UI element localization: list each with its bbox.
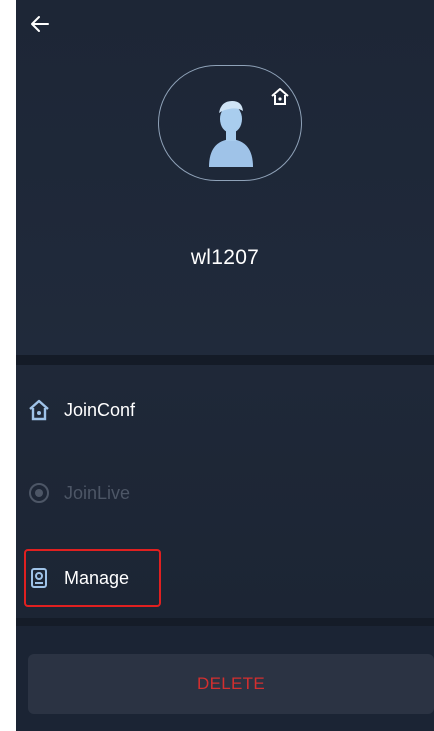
menu-item-label: Manage: [64, 567, 130, 588]
menu-item-joinconf[interactable]: JoinConf: [16, 380, 434, 440]
home-icon: [271, 88, 289, 105]
device-detail-screen: wl1207 JoinConf JoinLive Manage DELETE: [16, 0, 434, 731]
section-divider: [16, 355, 434, 365]
menu-item-label: JoinConf: [64, 399, 136, 420]
menu-item-manage[interactable]: Manage: [16, 548, 434, 608]
user-name: wl1207: [190, 246, 260, 269]
home-icon: [28, 399, 50, 421]
menu-item-joinlive[interactable]: JoinLive: [16, 463, 434, 523]
arrow-left-icon: [31, 16, 49, 32]
menu-item-label: JoinLive: [64, 482, 131, 503]
avatar: [209, 88, 289, 167]
back-button[interactable]: [24, 8, 56, 40]
section-divider: [16, 618, 434, 626]
delete-button[interactable]: DELETE: [28, 654, 434, 714]
delete-button-label: DELETE: [197, 674, 265, 693]
profile-header: wl1207: [16, 0, 434, 355]
user-avatar-icon: [209, 101, 253, 167]
radio-icon: [28, 482, 50, 504]
device-icon: [28, 567, 50, 589]
